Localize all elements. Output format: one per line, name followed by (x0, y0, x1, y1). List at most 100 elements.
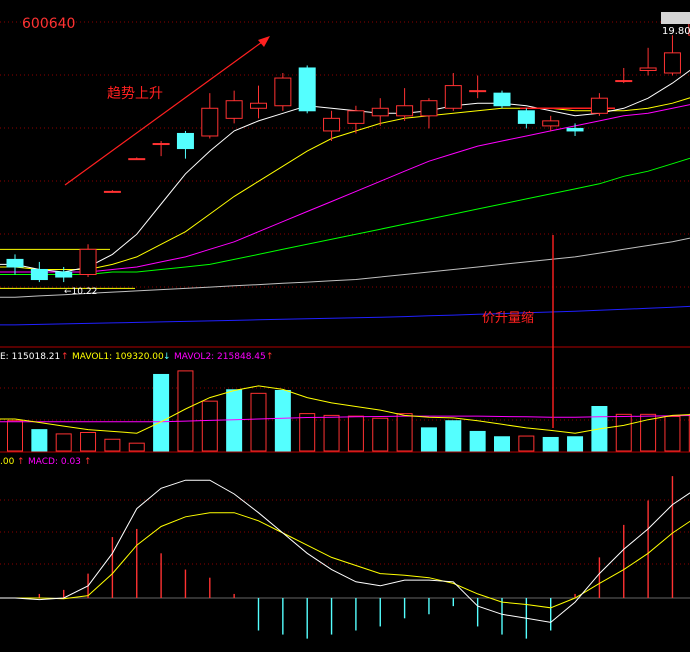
candle-body (274, 77, 292, 107)
volume-bar (226, 389, 243, 452)
trend-annotation: 趋势上升 (107, 86, 163, 102)
macd-header-macd: MACD: 0.03 (28, 457, 81, 467)
volume-bar (518, 435, 535, 452)
candle-body (6, 258, 24, 268)
candle-body (542, 120, 560, 127)
candle (103, 190, 121, 193)
volume-bar (299, 413, 316, 452)
candle (542, 115, 560, 131)
candle-body (371, 107, 389, 117)
candle-body (152, 143, 170, 146)
stock-code: 600640 (22, 16, 75, 32)
price-label-box (661, 12, 690, 24)
volume-bar (153, 373, 170, 452)
volume-bar (80, 431, 97, 452)
stock-chart[interactable]: 600640 19.80 ←10.22 趋势上升 价升量缩 E: 115018.… (0, 0, 690, 652)
volume-bar (250, 392, 267, 452)
candle (152, 141, 170, 157)
volume-bar (567, 436, 584, 452)
volume-header-vol: E: 115018.21 (0, 352, 60, 362)
candle-body (517, 110, 535, 124)
volume-bar (274, 389, 291, 452)
volume-header-mavol1: MAVOL1: 109320.00 (72, 352, 164, 362)
volume-bar (664, 415, 681, 452)
volume-bar (347, 415, 364, 452)
macd-header-macd-arrow: ↑ (84, 457, 92, 467)
candle-body (444, 85, 462, 109)
candle (30, 261, 48, 283)
candle (566, 123, 584, 136)
dea-line (0, 512, 690, 609)
volume-bar (445, 420, 462, 452)
candle (176, 130, 194, 159)
candle-body (201, 107, 219, 137)
candle (639, 47, 657, 76)
candle (79, 244, 97, 278)
ma10-line (0, 95, 690, 270)
volume-bar (177, 370, 194, 452)
candle-body (128, 158, 146, 161)
volume-bar (396, 413, 413, 452)
candle (128, 157, 146, 161)
volume-header-mavol1-arrow: ↓ (163, 352, 171, 362)
candle (298, 65, 316, 114)
volume-bar (469, 430, 486, 452)
volume-bar (7, 420, 23, 452)
candle-body (176, 132, 194, 150)
price-panel[interactable] (0, 8, 690, 326)
candle-body (55, 271, 73, 278)
volume-bar (323, 414, 340, 452)
candle (225, 90, 243, 124)
mavol1-line (0, 385, 690, 434)
volume-bar (420, 427, 437, 452)
candle (444, 73, 462, 111)
volume-bar (372, 417, 389, 452)
candle-body (225, 100, 243, 119)
candle-body (469, 90, 487, 93)
candle-body (566, 127, 584, 132)
candle-body (396, 105, 414, 117)
candle-body (493, 92, 511, 107)
volume-header-mavol2: MAVOL2: 215848.45 (174, 352, 266, 362)
candle-body (590, 97, 608, 114)
candle-body (615, 80, 633, 83)
volume-bar (128, 442, 145, 452)
ma5-line (0, 65, 690, 273)
volume-bar (31, 429, 48, 452)
ma120-line (0, 305, 690, 326)
volume-bar (542, 436, 559, 452)
candle (201, 93, 219, 139)
macd-header-left: .00 (0, 457, 15, 467)
volume-bar (104, 438, 121, 452)
candle (396, 88, 414, 121)
volume-bar (494, 436, 510, 452)
volume-header-vol-arrow: ↑ (61, 352, 69, 362)
candle-body (639, 67, 657, 71)
mavol2-line (0, 414, 690, 423)
volume-panel[interactable] (0, 370, 690, 452)
candle (274, 73, 292, 111)
volume-annotation: 价升量缩 (482, 310, 534, 326)
candle (590, 93, 608, 116)
candle (420, 98, 438, 129)
candle (250, 85, 267, 119)
candle-body (347, 110, 365, 124)
candle (663, 35, 681, 76)
dif-line (0, 479, 690, 623)
candle-body (298, 67, 316, 112)
candle-body (103, 190, 121, 193)
price-label: 19.80 (662, 26, 690, 37)
candle-body (420, 100, 438, 117)
low-price-label: ←10.22 (64, 287, 97, 297)
candle (469, 75, 487, 99)
ma30-line (0, 155, 690, 275)
macd-header-left-arrow: ↑ (17, 457, 25, 467)
candle-body (663, 52, 681, 74)
ma20-line (0, 102, 690, 273)
candle (6, 254, 24, 275)
volume-bar (55, 433, 72, 452)
candle (517, 108, 535, 129)
candle-body (250, 102, 267, 109)
candle-body (323, 117, 341, 132)
volume-bar (201, 400, 218, 452)
